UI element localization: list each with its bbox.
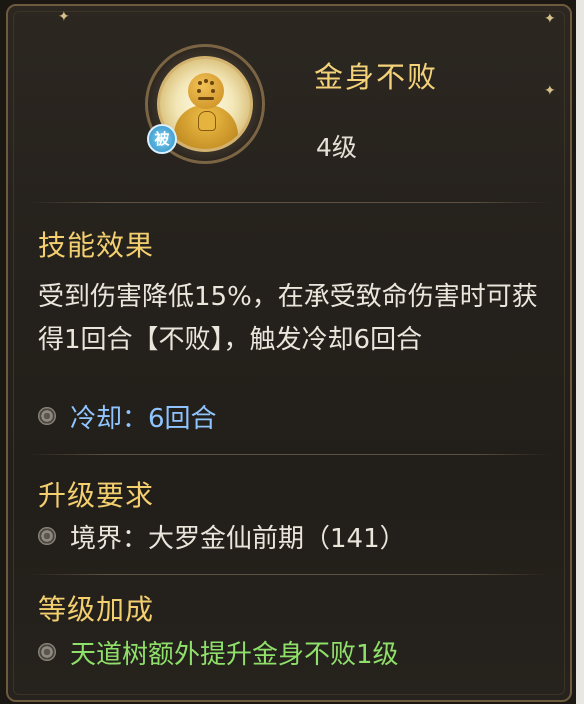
divider xyxy=(28,574,550,575)
screen-edge xyxy=(576,0,584,704)
sparkle-icon: ✦ xyxy=(58,9,70,25)
section-title-upgrade: 升级要求 xyxy=(38,479,155,512)
divider xyxy=(28,202,550,203)
divider xyxy=(28,454,550,455)
section-title-bonus: 等级加成 xyxy=(38,593,155,626)
bonus-row: 天道树额外提升金身不败1级 xyxy=(38,634,399,670)
swirl-bullet-icon xyxy=(38,407,56,425)
cooldown-text: 冷却：6回合 xyxy=(70,403,217,434)
skill-name: 金身不败 xyxy=(314,60,439,94)
sparkle-icon: ✦ xyxy=(544,83,556,99)
sparkle-icon: ✦ xyxy=(544,11,556,27)
bonus-text: 天道树额外提升金身不败1级 xyxy=(70,639,399,670)
swirl-bullet-icon xyxy=(38,527,56,545)
requirement-text: 境界：大罗金仙前期（141） xyxy=(70,523,406,554)
passive-badge: 被 xyxy=(147,124,177,154)
requirement-row: 境界：大罗金仙前期（141） xyxy=(38,518,406,554)
skill-tooltip-panel: ✦ ✦ ✦ 被 金身不败 4级 技能效果 受到伤害降低15%，在承受致命伤害时可… xyxy=(6,4,572,702)
swirl-bullet-icon xyxy=(38,643,56,661)
skill-level: 4级 xyxy=(316,133,357,162)
cooldown-row: 冷却：6回合 xyxy=(38,398,217,434)
section-title-effect: 技能效果 xyxy=(38,229,155,262)
skill-effect-text: 受到伤害降低15%，在承受致命伤害时可获得1回合【不败】，触发冷却6回合 xyxy=(38,282,538,355)
